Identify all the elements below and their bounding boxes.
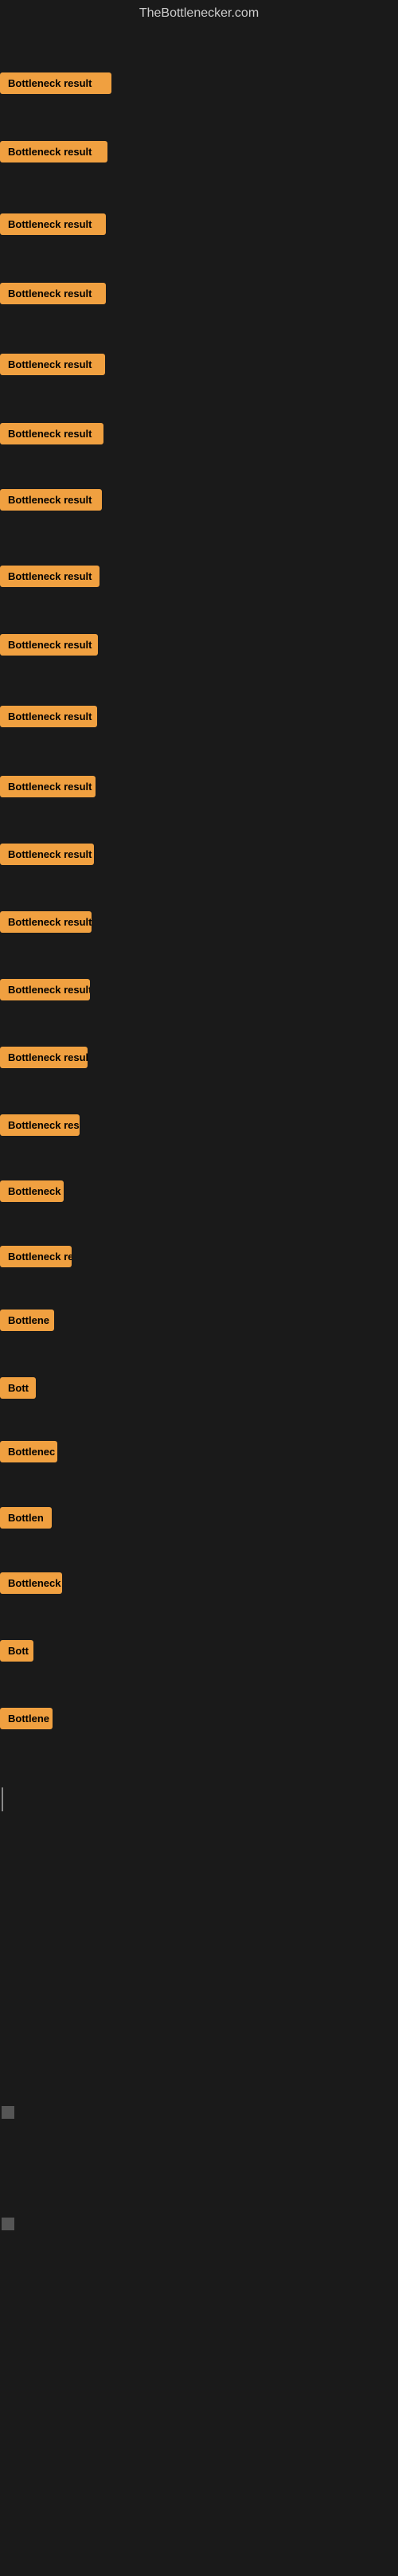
bottleneck-bar-row: Bottleneck result <box>0 566 100 591</box>
bottleneck-result-bar[interactable]: Bottleneck result <box>0 911 92 933</box>
bottleneck-result-bar[interactable]: Bottlen <box>0 1507 52 1529</box>
bottleneck-bar-row: Bottleneck result <box>0 979 90 1004</box>
small-element-0 <box>2 2106 14 2119</box>
bottleneck-bar-row: Bottleneck result <box>0 776 96 801</box>
bottleneck-result-bar[interactable]: Bottleneck res <box>0 1114 80 1136</box>
bottleneck-result-bar[interactable]: Bottleneck result <box>0 213 106 235</box>
bottleneck-bar-row: Bottleneck result <box>0 911 92 937</box>
bottleneck-result-bar[interactable]: Bottleneck result <box>0 706 97 727</box>
bottleneck-bar-row: Bottleneck result <box>0 706 97 731</box>
bottleneck-bar-row: Bottleneck <box>0 1180 64 1206</box>
bottleneck-result-bar[interactable]: Bottleneck <box>0 1572 62 1594</box>
bottleneck-result-bar[interactable]: Bottleneck result <box>0 1047 88 1068</box>
bottleneck-result-bar[interactable]: Bottleneck result <box>0 566 100 587</box>
small-element-1 <box>2 2218 14 2230</box>
bottleneck-result-bar[interactable]: Bottleneck result <box>0 283 106 304</box>
bottleneck-result-bar[interactable]: Bottleneck re <box>0 1246 72 1267</box>
site-title: TheBottlenecker.com <box>0 0 398 27</box>
bottleneck-bar-row: Bottlene <box>0 1708 53 1733</box>
bottleneck-result-bar[interactable]: Bott <box>0 1377 36 1399</box>
cursor-indicator <box>2 1787 3 1811</box>
bottleneck-bar-row: Bottleneck result <box>0 213 106 239</box>
bottleneck-result-bar[interactable]: Bottleneck result <box>0 354 105 375</box>
bottleneck-result-bar[interactable]: Bottlene <box>0 1310 54 1331</box>
bottleneck-bar-row: Bottleneck result <box>0 423 103 448</box>
bottleneck-bar-row: Bottleneck result <box>0 283 106 308</box>
bottleneck-bar-row: Bottleneck <box>0 1572 62 1598</box>
bottleneck-result-bar[interactable]: Bottleneck result <box>0 776 96 797</box>
bottleneck-bar-row: Bottleneck re <box>0 1246 72 1271</box>
bottleneck-bar-row: Bottleneck result <box>0 844 94 869</box>
bottleneck-bar-row: Bottleneck result <box>0 354 105 379</box>
bottleneck-bar-row: Bottleneck result <box>0 489 102 515</box>
bottleneck-result-bar[interactable]: Bott <box>0 1640 33 1662</box>
bottleneck-result-bar[interactable]: Bottlenec <box>0 1441 57 1462</box>
bottleneck-bar-row: Bottleneck result <box>0 141 107 166</box>
bottleneck-bar-row: Bottleneck result <box>0 72 111 98</box>
bottleneck-bar-row: Bottleneck result <box>0 634 98 660</box>
bottleneck-bar-row: Bottlenec <box>0 1441 57 1466</box>
bottleneck-result-bar[interactable]: Bottleneck result <box>0 844 94 865</box>
bottleneck-bar-row: Bottlen <box>0 1507 52 1533</box>
bottleneck-result-bar[interactable]: Bottleneck result <box>0 634 98 656</box>
bottleneck-result-bar[interactable]: Bottleneck result <box>0 423 103 444</box>
bottleneck-result-bar[interactable]: Bottleneck <box>0 1180 64 1202</box>
bottleneck-result-bar[interactable]: Bottleneck result <box>0 72 111 94</box>
bottleneck-bar-row: Bottleneck result <box>0 1047 88 1072</box>
bottleneck-bar-row: Bott <box>0 1640 33 1666</box>
bottleneck-bar-row: Bottlene <box>0 1310 54 1335</box>
bottleneck-result-bar[interactable]: Bottleneck result <box>0 141 107 162</box>
bottleneck-result-bar[interactable]: Bottlene <box>0 1708 53 1729</box>
bottleneck-result-bar[interactable]: Bottleneck result <box>0 979 90 1000</box>
bottleneck-bar-row: Bott <box>0 1377 36 1403</box>
bottleneck-bar-row: Bottleneck res <box>0 1114 80 1140</box>
bottleneck-result-bar[interactable]: Bottleneck result <box>0 489 102 511</box>
